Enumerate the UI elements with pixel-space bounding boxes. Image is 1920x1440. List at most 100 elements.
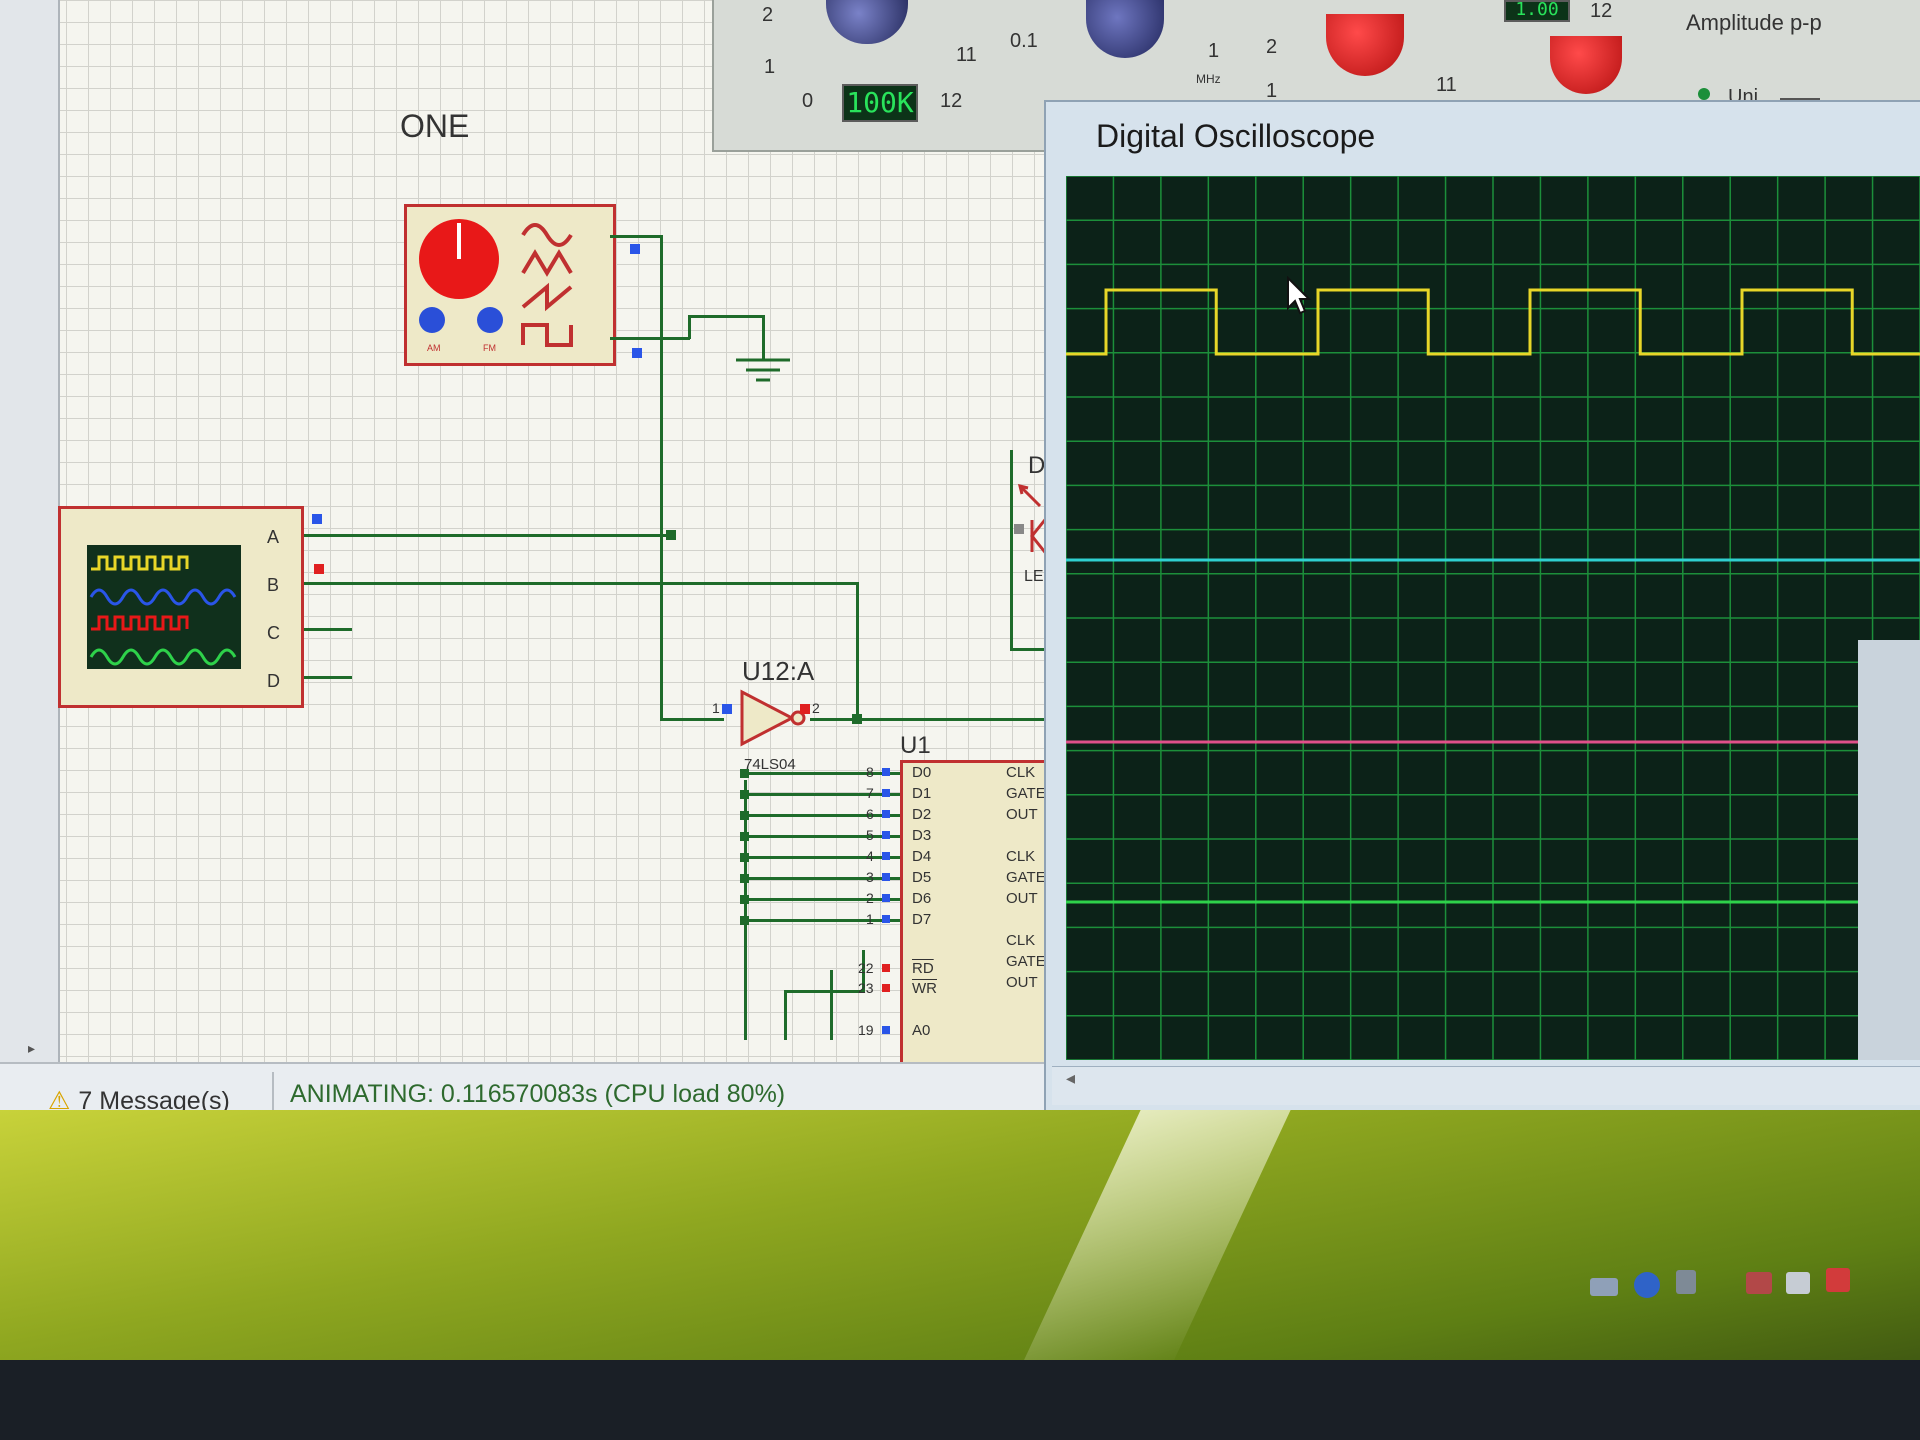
oscilloscope-scrollbar[interactable]: [1052, 1066, 1920, 1105]
chip-right-pin-name: CLK: [1006, 848, 1036, 865]
chip-pin-name: D1: [912, 785, 932, 802]
bus-wire: [744, 814, 900, 817]
wire: [302, 628, 352, 631]
chip-pin-box[interactable]: [882, 789, 890, 797]
chip-pin-name: D5: [912, 869, 932, 886]
mouse-pointer-icon: [1287, 276, 1312, 315]
chip-right-pin-name: GATE: [1006, 785, 1046, 802]
wire-junction: [740, 853, 749, 862]
wire-junction: [740, 832, 749, 841]
wire: [810, 718, 1056, 721]
chip-ctrl-pin-name: RD: [912, 960, 934, 977]
scope-channel-c: C: [267, 623, 280, 643]
tray-volume-icon[interactable]: [1786, 1272, 1810, 1294]
wire: [688, 315, 764, 318]
inverter-ref: U12:A: [742, 656, 815, 686]
dial-mark: 12: [1590, 0, 1613, 22]
wire-junction: [740, 895, 749, 904]
expand-arrow-icon[interactable]: ▸: [28, 1040, 35, 1057]
dial-mark: 2: [762, 4, 774, 26]
scope-channel-a: A: [267, 527, 280, 547]
wire: [762, 315, 765, 359]
left-toolbar-rail: [0, 0, 60, 1062]
wire: [302, 582, 858, 585]
scope-channel-b: B: [267, 575, 280, 595]
led-pin-box[interactable]: [1014, 524, 1024, 534]
scope-pin-b[interactable]: [314, 564, 324, 574]
oscilloscope-side-controls[interactable]: [1858, 640, 1920, 1060]
monitor-bezel: [0, 1360, 1920, 1440]
tray-help-icon[interactable]: [1634, 1272, 1660, 1298]
wire-junction: [740, 811, 749, 820]
tray-flag-icon[interactable]: [1676, 1270, 1696, 1294]
chip-pin-box[interactable]: [882, 810, 890, 818]
scope-pin-a[interactable]: [312, 514, 322, 524]
chip-pin-number: 5: [866, 827, 874, 843]
ground-icon: [736, 358, 790, 382]
generator-pin-plus[interactable]: [630, 244, 640, 254]
inverter-symbol-icon[interactable]: [720, 686, 830, 750]
generator-pin-minus[interactable]: [632, 348, 642, 358]
dial-mark: 1: [764, 56, 776, 78]
scope-channel-d: D: [267, 671, 280, 691]
wire-junction: [740, 874, 749, 883]
wire: [784, 990, 864, 993]
chip-pin-box[interactable]: [882, 915, 890, 923]
scope-component[interactable]: A B C D: [58, 506, 304, 708]
chip-pin-number: 3: [866, 869, 874, 885]
chip-right-pin-name: OUT: [1006, 806, 1038, 823]
chip-ref: U1: [900, 732, 931, 759]
tray-network-icon[interactable]: [1746, 1272, 1772, 1294]
chip-right-pin-name: GATE: [1006, 869, 1046, 886]
uni-mode-led[interactable]: [1698, 88, 1710, 100]
generator-main-knob-icon[interactable]: [419, 219, 499, 299]
scope-screen-icon: [87, 545, 241, 669]
chip-pin-box[interactable]: [882, 831, 890, 839]
system-tray[interactable]: [1570, 1250, 1910, 1320]
chip-pin-number: 4: [866, 848, 874, 864]
chip-right-pin-name: OUT: [1006, 890, 1038, 907]
wire: [856, 582, 859, 722]
status-divider: [272, 1072, 274, 1112]
inverter-pin-in-box[interactable]: [722, 704, 732, 714]
chip-pin-box[interactable]: [882, 852, 890, 860]
fm-knob-icon[interactable]: [477, 307, 503, 333]
wire-junction: [740, 790, 749, 799]
wire: [660, 235, 663, 720]
chip-right-pin-name: CLK: [1006, 932, 1036, 949]
dial-mark: 12: [940, 90, 963, 112]
chip-pin-name: D7: [912, 911, 932, 928]
oscilloscope-screen[interactable]: [1066, 176, 1920, 1060]
chip-ctrl-pin-number: 22: [858, 960, 874, 976]
scroll-left-icon[interactable]: ◂: [1066, 1068, 1075, 1089]
chip-pin-name: D0: [912, 764, 932, 781]
chip-right-pin-name: OUT: [1006, 974, 1038, 991]
dial-mark: 0: [802, 90, 814, 112]
chip-pin-box[interactable]: [882, 894, 890, 902]
animation-status: ANIMATING: 0.116570083s (CPU load 80%): [290, 1080, 786, 1108]
tray-alert-icon[interactable]: [1826, 1268, 1850, 1292]
am-knob-icon[interactable]: [419, 307, 445, 333]
chip-ctrl-pin-name: WR: [912, 980, 937, 997]
wire-junction: [666, 530, 676, 540]
wire: [302, 534, 672, 537]
wire: [784, 992, 787, 1040]
wire: [302, 676, 352, 679]
chip-pin-name: D4: [912, 848, 932, 865]
chip-pin-box[interactable]: [882, 873, 890, 881]
tray-keyboard-icon[interactable]: [1590, 1278, 1618, 1296]
dial-mark: 11: [1436, 74, 1457, 96]
function-generator[interactable]: AM FM: [404, 204, 616, 366]
dial-mark: 1: [1208, 40, 1220, 62]
dial-mark: 0.1: [1010, 30, 1038, 52]
chip-ctrl-pin-number: 19: [858, 1022, 874, 1038]
wire-junction: [740, 916, 749, 925]
chip-ctrl-pin-box[interactable]: [882, 984, 890, 992]
inverter-pin-out-box[interactable]: [800, 704, 810, 714]
chip-ctrl-pin-box[interactable]: [882, 964, 890, 972]
dial-mark: 2: [1266, 36, 1278, 58]
chip-pin-box[interactable]: [882, 768, 890, 776]
chip-ctrl-pin-box[interactable]: [882, 1026, 890, 1034]
am-label: AM: [427, 343, 441, 353]
inverter-part: 74LS04: [744, 756, 796, 773]
